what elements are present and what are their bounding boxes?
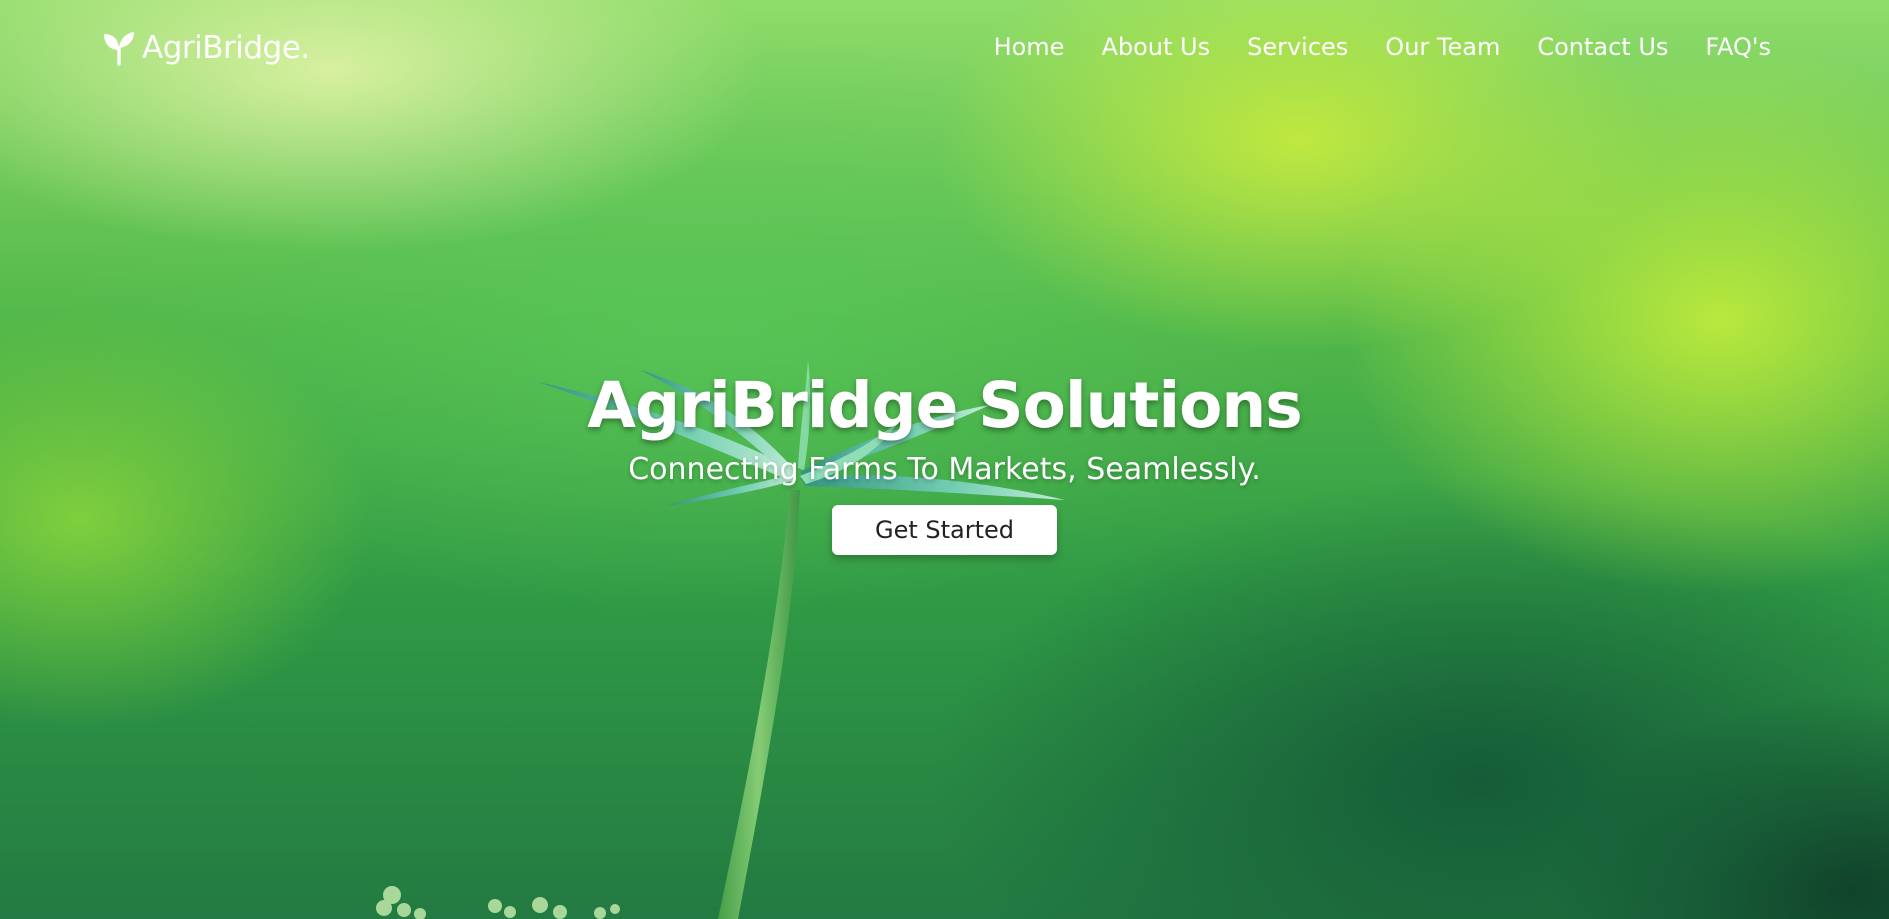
brand-name: AgriBridge. <box>142 30 310 66</box>
nav-link-our-team[interactable]: Our Team <box>1385 30 1500 64</box>
nav-links: Home About Us Services Our Team Contact … <box>994 30 1771 64</box>
hero-section: AgriBridge. Home About Us Services Our T… <box>0 0 1889 919</box>
nav-link-faqs[interactable]: FAQ's <box>1705 30 1771 64</box>
get-started-button[interactable]: Get Started <box>832 505 1057 555</box>
sprout-icon <box>104 32 134 66</box>
nav-link-home[interactable]: Home <box>994 30 1065 64</box>
brand-logo-link[interactable]: AgriBridge. <box>102 28 310 68</box>
nav-link-services[interactable]: Services <box>1247 30 1348 64</box>
nav-link-about-us[interactable]: About Us <box>1101 30 1210 64</box>
hero-title: AgriBridge Solutions <box>587 369 1303 442</box>
hero-subtitle: Connecting Farms To Markets, Seamlessly. <box>628 452 1261 487</box>
hero-content: AgriBridge Solutions Connecting Farms To… <box>0 366 1889 555</box>
top-navigation: AgriBridge. Home About Us Services Our T… <box>0 0 1889 96</box>
nav-link-contact-us[interactable]: Contact Us <box>1537 30 1668 64</box>
